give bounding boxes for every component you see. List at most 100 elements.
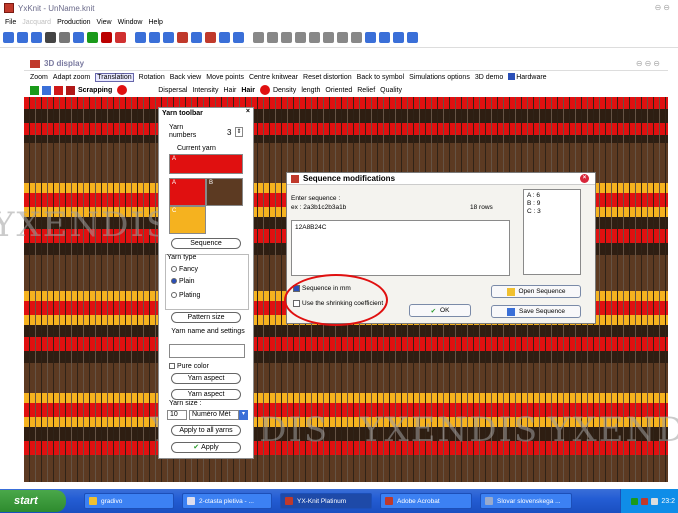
toolbar-tool-icon[interactable] (253, 32, 264, 43)
pure-color-checkbox[interactable]: Pure color (169, 363, 209, 370)
density-label[interactable]: Density (273, 87, 296, 94)
play-icon[interactable] (30, 85, 39, 95)
toolbar-tool-icon[interactable] (323, 32, 334, 43)
toolbar-tool-icon[interactable] (31, 32, 42, 43)
toolbar-tool-icon[interactable] (115, 32, 126, 43)
yarn-numbers-spinner-icon[interactable]: ⇕ (235, 127, 243, 137)
tab-centre-knitwear[interactable]: Centre knitwear (249, 74, 298, 81)
relief-label[interactable]: Relief (357, 87, 375, 94)
task-gradivo[interactable]: gradivo (84, 493, 174, 509)
ok-button[interactable]: ✔ OK (409, 304, 471, 317)
menu-jacquard[interactable]: Jacquard (22, 19, 51, 26)
yarn-swatch-b[interactable]: B (206, 178, 243, 206)
start-button[interactable]: start (0, 490, 66, 512)
toolbar-tool-icon[interactable] (407, 32, 418, 43)
yarn-name-input[interactable] (169, 344, 245, 358)
toolbar-tool-icon[interactable] (295, 32, 306, 43)
task-2-ctasta[interactable]: 2-ctasta pletiva - ... (182, 493, 272, 509)
menu-file[interactable]: File (5, 19, 16, 26)
window-controls-icon[interactable]: ⊖⊖ (655, 3, 672, 12)
toolbar-tool-icon[interactable] (219, 32, 230, 43)
yarn-swatch-a[interactable]: A (169, 178, 206, 206)
tab-adapt-zoom[interactable]: Adapt zoom (53, 74, 90, 81)
toolbar-tool-icon[interactable] (191, 32, 202, 43)
quality-label[interactable]: Quality (380, 87, 402, 94)
toolbar-tool-icon[interactable] (87, 32, 98, 43)
toolbar-tool-icon[interactable] (101, 32, 112, 43)
toolbar-tool-icon[interactable] (59, 32, 70, 43)
toolbar-tool-icon[interactable] (281, 32, 292, 43)
oriented-label[interactable]: Oriented (325, 87, 352, 94)
apply-to-all-yarns-button[interactable]: Apply to all yarns (171, 425, 241, 436)
tray-volume-icon[interactable] (651, 497, 659, 505)
hair-label[interactable]: Hair (241, 87, 255, 94)
yarn-aspect-button-2[interactable]: Yarn aspect (171, 389, 241, 400)
toolbar-tool-icon[interactable] (45, 32, 56, 43)
yarn-type-plain[interactable]: Plain (171, 278, 195, 285)
yarn-type-fancy[interactable]: Fancy (171, 266, 198, 273)
tray-app-icon[interactable] (641, 497, 649, 505)
toolbar-tool-icon[interactable] (163, 32, 174, 43)
red-dot-icon[interactable] (117, 85, 128, 95)
yarn-size-input[interactable]: 10 (167, 410, 187, 420)
chevron-down-icon[interactable]: ▾ (239, 410, 248, 420)
inner-window-controls-icon[interactable]: ⊖⊖⊖ (636, 59, 662, 68)
delete-icon[interactable] (54, 85, 63, 95)
current-yarn-swatch[interactable]: A (169, 154, 243, 174)
toolbar-tool-icon[interactable] (379, 32, 390, 43)
tab-3d-demo[interactable]: 3D demo (475, 74, 503, 81)
tab-back-to-symbol[interactable]: Back to symbol (357, 74, 404, 81)
toolbar-tool-icon[interactable] (3, 32, 14, 43)
toolbar-tool-icon[interactable] (177, 32, 188, 43)
delete-all-icon[interactable] (66, 85, 75, 95)
task-slovar[interactable]: Slovar slovenskega ... (480, 493, 572, 509)
toolbar-tool-icon[interactable] (365, 32, 376, 43)
open-sequence-button[interactable]: Open Sequence (491, 285, 581, 298)
tab-move-points[interactable]: Move points (206, 74, 244, 81)
length-label[interactable]: length (301, 87, 320, 94)
close-icon[interactable]: × (580, 174, 589, 183)
yarn-type-plating[interactable]: Plating (171, 292, 200, 299)
toolbar-tool-icon[interactable] (337, 32, 348, 43)
toolbar-tool-icon[interactable] (135, 32, 146, 43)
toolbar-tool-icon[interactable] (73, 32, 84, 43)
toolbar-tool-icon[interactable] (149, 32, 160, 43)
yarn-aspect-button[interactable]: Yarn aspect (171, 373, 241, 384)
tab-reset-distortion[interactable]: Reset distortion (303, 74, 352, 81)
yarn-numbers-value[interactable]: 3 (227, 128, 231, 137)
tray-network-icon[interactable] (631, 497, 639, 505)
task-adobe-acrobat[interactable]: Adobe Acrobat (380, 493, 472, 509)
yarn-unit-select[interactable]: Numéro Mét (189, 410, 239, 420)
tab-rotation[interactable]: Rotation (139, 74, 165, 81)
yarn-swatch-c[interactable]: C (169, 206, 206, 234)
sequence-button[interactable]: Sequence (171, 238, 241, 249)
tab-hardware[interactable]: Hardware (508, 73, 551, 81)
intensity-label[interactable]: Intensity (192, 87, 218, 94)
task-yx-knit[interactable]: YX-Knit Platinum (280, 493, 372, 509)
menu-production[interactable]: Production (57, 19, 90, 26)
menu-window[interactable]: Window (118, 19, 143, 26)
tab-back-view[interactable]: Back view (170, 74, 202, 81)
tab-zoom[interactable]: Zoom (30, 74, 48, 81)
save-sequence-button[interactable]: Save Sequence (491, 305, 581, 318)
sequence-input[interactable]: 12A8B24C (291, 220, 510, 276)
toolbar-tool-icon[interactable] (309, 32, 320, 43)
toolbar-tool-icon[interactable] (267, 32, 278, 43)
close-icon[interactable]: × (246, 108, 250, 115)
hair-color-icon[interactable] (259, 85, 270, 95)
toolbar-tool-icon[interactable] (17, 32, 28, 43)
pattern-size-button[interactable]: Pattern size (171, 312, 241, 323)
tab-simulations-options[interactable]: Simulations options (409, 74, 470, 81)
toolbar-tool-icon[interactable] (205, 32, 216, 43)
tab-translation[interactable]: Translation (95, 72, 134, 82)
menu-view[interactable]: View (97, 19, 112, 26)
scrapping-label[interactable]: Scrapping (78, 87, 112, 94)
menu-help[interactable]: Help (149, 19, 163, 26)
toolbar-tool-icon[interactable] (233, 32, 244, 43)
apply-button[interactable]: Apply (171, 442, 241, 453)
dispersal-label[interactable]: Dispersal (158, 87, 187, 94)
toolbar-tool-icon[interactable] (351, 32, 362, 43)
save-icon[interactable] (42, 85, 51, 95)
toolbar-tool-icon[interactable] (393, 32, 404, 43)
hair-checkbox-label[interactable]: Hair (224, 87, 237, 94)
